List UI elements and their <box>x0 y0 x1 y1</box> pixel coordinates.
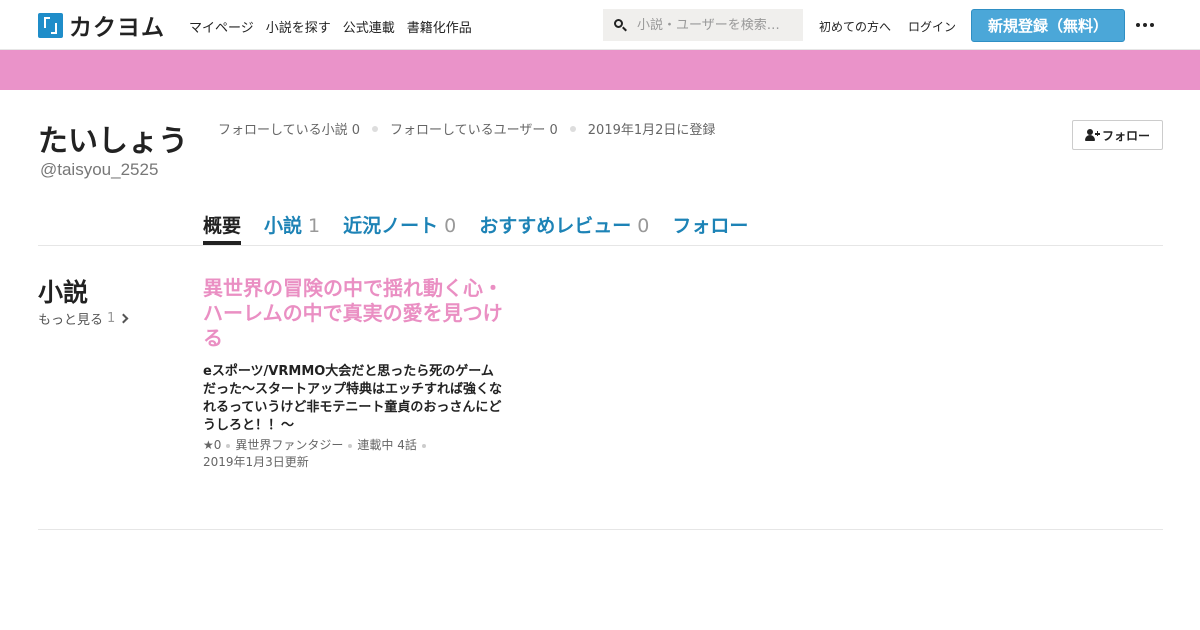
see-more-count: 1 <box>107 311 116 326</box>
user-handle: @taisyou_2525 <box>40 160 159 179</box>
tab-novels[interactable]: 小説 1 <box>264 211 320 245</box>
login-link[interactable]: ログイン <box>908 18 956 35</box>
kakuyomu-logo-icon <box>38 12 63 38</box>
nav-find-novels[interactable]: 小説を探す <box>266 17 331 36</box>
works-section-title: 小説 <box>38 278 89 307</box>
site-header: カクヨム マイページ 小説を探す 公式連載 書籍化作品 初めての方へ ログイン … <box>0 0 1200 50</box>
tab-count: 0 <box>637 215 650 237</box>
nav-official-series[interactable]: 公式連載 <box>343 17 395 36</box>
profile-banner <box>0 50 1200 90</box>
following-users-count[interactable]: フォローしているユーザー 0 <box>390 119 558 138</box>
work-catchphrase[interactable]: eスポーツ/VRMMO大会だと思ったら死のゲームだった～スタートアップ特典はエッ… <box>203 363 503 435</box>
tab-count: 0 <box>444 215 457 237</box>
profile-stats: フォローしている小説 0 フォローしているユーザー 0 2019年1月2日に登録 <box>218 119 715 138</box>
following-novels-count[interactable]: フォローしている小説 0 <box>218 119 360 138</box>
work-meta: ★0 異世界ファンタジー 連載中 4話 2019年1月3日更新 <box>203 437 503 471</box>
nav-published-works[interactable]: 書籍化作品 <box>407 17 472 36</box>
see-more-label: もっと見る <box>38 313 104 328</box>
more-horizontal-icon[interactable] <box>1136 23 1154 27</box>
chevron-right-icon <box>118 313 129 324</box>
user-plus-icon <box>1084 129 1100 141</box>
section-divider <box>38 529 1163 530</box>
tab-label: おすすめレビュー <box>479 215 632 237</box>
tab-updates[interactable]: 近況ノート 0 <box>343 211 456 245</box>
search-input[interactable] <box>637 17 797 33</box>
tab-divider <box>38 245 1163 246</box>
work-title[interactable]: 異世界の冒険の中で揺れ動く心・ハーレムの中で真実の愛を見つける <box>203 276 513 351</box>
tab-count: 1 <box>308 215 321 237</box>
tab-label: 概要 <box>203 215 242 237</box>
follow-button-label: フォロー <box>1101 128 1150 143</box>
work-genre[interactable]: 異世界ファンタジー <box>235 438 343 452</box>
user-name: たいしょう <box>38 124 188 159</box>
tab-overview[interactable]: 概要 <box>203 211 242 245</box>
signup-button[interactable]: 新規登録（無料） <box>971 9 1125 42</box>
tab-label: フォロー <box>672 215 749 237</box>
separator-dot <box>226 443 231 448</box>
separator-dot <box>569 125 576 132</box>
registered-date: 2019年1月2日に登録 <box>587 123 716 138</box>
separator-dot <box>348 443 353 448</box>
work-updated: 2019年1月3日更新 <box>203 455 309 469</box>
search-box[interactable] <box>603 9 803 41</box>
profile-tabs: 概要 小説 1 近況ノート 0 おすすめレビュー 0 フォロー <box>203 211 748 245</box>
see-more-link[interactable]: もっと見る 1 <box>38 309 129 328</box>
work-stars: ★0 <box>203 438 222 452</box>
search-icon[interactable] <box>614 18 627 32</box>
tab-label: 近況ノート <box>343 215 439 237</box>
work-status: 連載中 4話 <box>357 438 417 452</box>
nav-mypage[interactable]: マイページ <box>189 17 254 36</box>
site-logo[interactable]: カクヨム <box>38 12 165 41</box>
separator-dot <box>372 125 379 132</box>
separator-dot <box>421 443 426 448</box>
follow-button[interactable]: フォロー <box>1072 120 1163 150</box>
main-nav: マイページ 小説を探す 公式連載 書籍化作品 <box>189 17 472 36</box>
tab-label: 小説 <box>264 215 303 237</box>
tab-follow[interactable]: フォロー <box>672 211 748 245</box>
tab-reviews[interactable]: おすすめレビュー 0 <box>479 211 649 245</box>
logo-text: カクヨム <box>69 15 165 41</box>
first-time-link[interactable]: 初めての方へ <box>819 18 891 35</box>
